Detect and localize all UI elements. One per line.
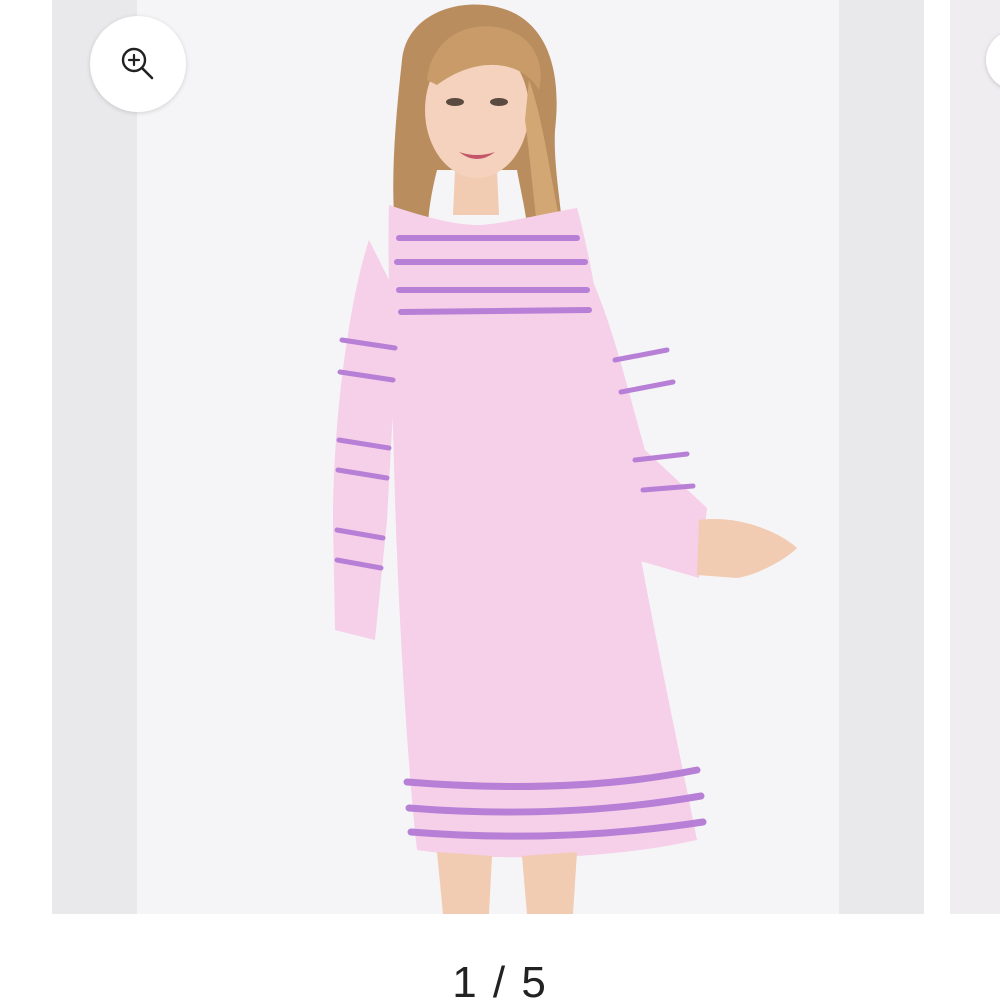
next-image-handle[interactable]: [986, 30, 1000, 90]
previous-image-peek[interactable]: [0, 0, 52, 914]
image-counter: 1 / 5: [452, 958, 548, 1000]
product-photo[interactable]: [137, 0, 839, 914]
zoom-in-icon: [121, 47, 154, 80]
image-gallery: 1 / 5: [0, 0, 1000, 1000]
gallery-slide[interactable]: [52, 0, 924, 914]
next-image-peek[interactable]: [950, 0, 1000, 914]
zoom-button[interactable]: [90, 16, 186, 112]
dress-model-image: [137, 0, 839, 914]
